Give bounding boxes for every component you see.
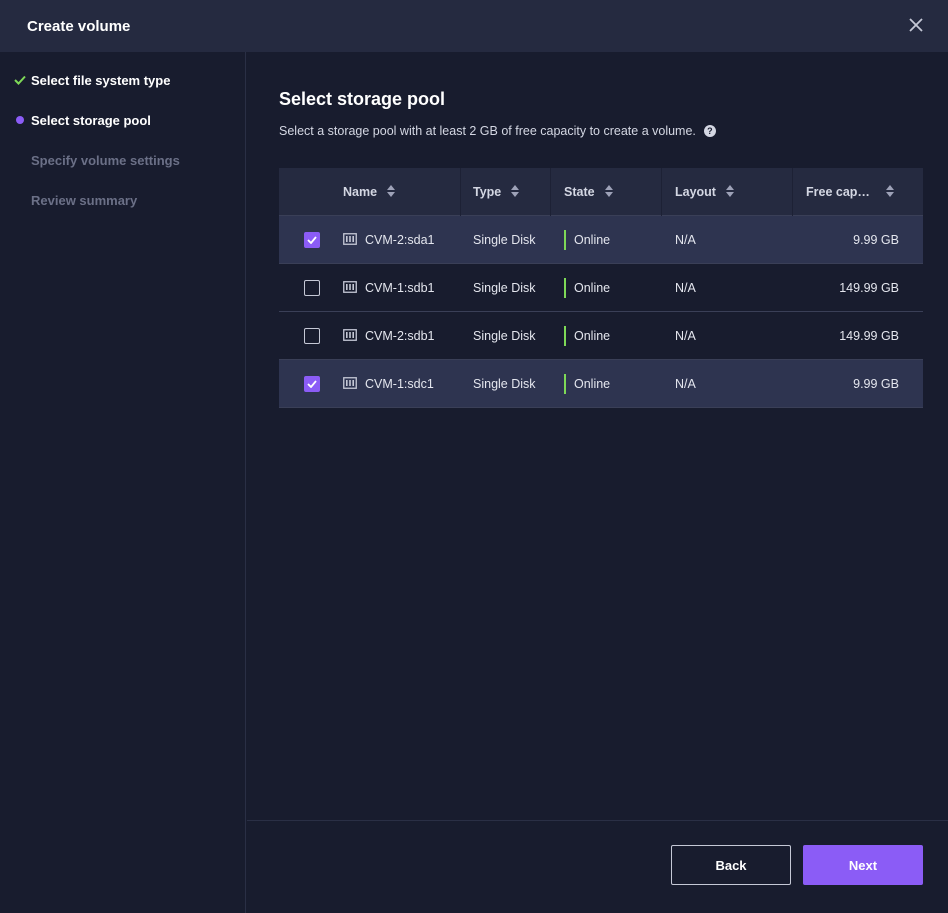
cell-free-capacity: 9.99 GB [853,377,899,391]
header-select-column [279,168,331,216]
table-row[interactable]: CVM-1:sdb1 Single Disk Online N/A 149.99… [279,264,923,312]
cell-type: Single Disk [473,281,536,295]
online-status-indicator [564,278,566,298]
dialog-title: Create volume [27,17,131,35]
cell-free-capacity: 149.99 GB [839,281,899,295]
disk-icon [343,328,357,344]
cell-free-capacity: 149.99 GB [839,329,899,343]
cell-layout: N/A [675,233,696,247]
back-button[interactable]: Back [671,845,791,885]
description-text: Select a storage pool with at least 2 GB… [279,124,696,138]
active-dot-icon [13,113,27,127]
page-title: Select storage pool [279,89,446,109]
step-select-storage-pool[interactable]: Select storage pool [0,110,246,130]
sort-icon [885,184,894,200]
cell-layout: N/A [675,377,696,391]
row-checkbox[interactable] [304,216,320,264]
table-row[interactable]: CVM-1:sdc1 Single Disk Online N/A 9.99 G… [279,360,923,408]
online-status-indicator [564,374,566,394]
disk-icon [343,376,357,392]
dialog-footer: Back Next [247,820,948,913]
main-content: Select storage pool Select a storage poo… [247,52,948,820]
wizard-steps: Select file system type Select storage p… [0,52,246,913]
cell-type: Single Disk [473,329,536,343]
step-label: Select file system type [31,72,171,88]
step-select-file-system-type[interactable]: Select file system type [0,70,246,90]
cell-free-capacity: 9.99 GB [853,233,899,247]
cell-state: Online [564,360,610,408]
cell-state: Online [564,264,610,312]
help-icon[interactable]: ? [703,125,716,137]
sort-icon [725,184,734,200]
checkbox-unchecked[interactable] [304,328,320,344]
column-header-type[interactable]: Type [461,168,551,216]
step-label: Specify volume settings [31,152,180,168]
cell-layout: N/A [675,281,696,295]
step-label: Select storage pool [31,112,151,128]
cell-name: CVM-1:sdb1 [343,264,434,312]
checkbox-unchecked[interactable] [304,280,320,296]
column-header-name[interactable]: Name [331,168,461,216]
column-header-free-capacity[interactable]: Free cap… [793,168,923,216]
step-review-summary: Review summary [0,190,246,210]
table-row[interactable]: CVM-2:sda1 Single Disk Online N/A 9.99 G… [279,216,923,264]
online-status-indicator [564,326,566,346]
close-icon [909,18,923,32]
step-label: Review summary [31,192,138,208]
online-status-indicator [564,230,566,250]
row-checkbox[interactable] [304,264,320,312]
table-row[interactable]: CVM-2:sdb1 Single Disk Online N/A 149.99… [279,312,923,360]
cell-name: CVM-1:sdc1 [343,360,434,408]
table-header: Name Type State Layout Free cap… [279,168,923,216]
storage-pool-table: Name Type State Layout Free cap… CVM-2:s… [279,168,923,408]
step-specify-volume-settings: Specify volume settings [0,150,246,170]
dialog-header: Create volume [0,0,948,52]
disk-icon [343,280,357,296]
cell-state: Online [564,312,610,360]
cell-type: Single Disk [473,233,536,247]
cell-layout: N/A [675,329,696,343]
cell-state: Online [564,216,610,264]
cell-type: Single Disk [473,377,536,391]
row-checkbox[interactable] [304,312,320,360]
sort-icon [511,184,520,200]
cell-name: CVM-2:sdb1 [343,312,434,360]
check-icon [13,73,27,87]
sort-icon [387,184,396,200]
sort-icon [604,184,613,200]
next-button[interactable]: Next [803,845,923,885]
row-checkbox[interactable] [304,360,320,408]
checkbox-checked[interactable] [304,376,320,392]
checkbox-checked[interactable] [304,232,320,248]
column-header-state[interactable]: State [551,168,662,216]
cell-name: CVM-2:sda1 [343,216,434,264]
page-description: Select a storage pool with at least 2 GB… [279,124,716,138]
close-button[interactable] [906,15,926,35]
column-header-layout[interactable]: Layout [662,168,793,216]
disk-icon [343,232,357,248]
